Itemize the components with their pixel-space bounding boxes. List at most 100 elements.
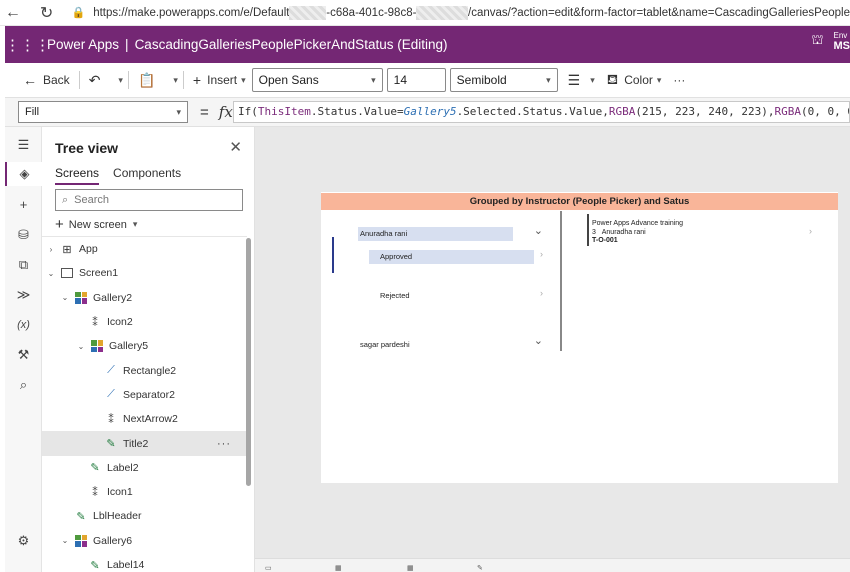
back-label: Back — [43, 73, 70, 87]
menu-icon[interactable]: ☰ — [5, 133, 42, 157]
label-tab[interactable]: ✎ — [477, 564, 483, 572]
gallery6-bar — [587, 214, 589, 246]
label-icon: ✎ — [76, 510, 86, 523]
formula-token: If( — [238, 105, 258, 118]
instructor-title[interactable]: sagar pardeshi — [358, 338, 410, 352]
font-size-input[interactable]: 14 — [386, 68, 446, 92]
next-arrow-icon[interactable]: › — [540, 288, 543, 298]
undo-menu-button[interactable]: ▾ — [112, 63, 125, 97]
browser-bar: ← ↻ 🔒 https://make.powerapps.com/e/Defau… — [0, 0, 850, 26]
layers-icon[interactable]: ◈ — [5, 162, 42, 186]
app-title: Power Apps | CascadingGalleriesPeoplePicke… — [47, 37, 447, 52]
tree-item-gallery5[interactable]: ⌄ Gallery5 — [42, 334, 247, 358]
lbl-header[interactable]: Grouped by Instructor (People Picker) an… — [321, 193, 838, 210]
browser-refresh-icon[interactable]: ↻ — [34, 0, 60, 26]
tree-item-screen1[interactable]: ⌄ Screen1 — [42, 261, 247, 285]
tree-item-icon2[interactable]: ⁑ Icon2 — [42, 310, 247, 334]
status-title[interactable]: Approved — [369, 250, 534, 264]
gallery2[interactable]: Anuradha rani ⌄ Approved › Rejected › sa… — [331, 210, 563, 373]
property-value: Fill — [25, 106, 40, 118]
tree-item-rectangle2[interactable]: ⟋ Rectangle2 — [42, 358, 247, 382]
tree-view-title: Tree view — [55, 140, 119, 156]
shape-icon: ⟋ — [107, 364, 115, 377]
tree-item-separator2[interactable]: ⟋ Separator2 — [42, 383, 247, 407]
shape-icon: ⟋ — [107, 388, 115, 401]
chevron-down-icon[interactable]: ⌄ — [534, 334, 543, 347]
gallery-tab[interactable]: ▦ — [335, 564, 342, 572]
fx-icon: fx — [218, 103, 233, 121]
next-arrow-icon[interactable]: › — [809, 226, 812, 236]
new-screen-button[interactable]: + New screen ▾ — [55, 216, 137, 233]
tree-item-label: Gallery5 — [109, 340, 149, 353]
tree-item-label: App — [79, 243, 98, 256]
tree-item-label: Icon1 — [107, 486, 133, 499]
screen-tab[interactable]: ▭ — [265, 564, 272, 572]
icon-control-icon: ⁑ — [92, 316, 98, 329]
tree-item-icon1[interactable]: ⁑ Icon1 — [42, 480, 247, 504]
next-arrow-icon[interactable]: › — [540, 249, 543, 259]
instructor-title[interactable]: Anuradha rani — [358, 227, 513, 241]
chevron-down-icon: ▾ — [371, 74, 376, 85]
settings-icon[interactable]: ⚙ — [5, 529, 42, 553]
media-icon[interactable]: ⧉ — [5, 253, 42, 277]
property-dropdown[interactable]: Fill ▾ — [18, 101, 188, 123]
font-weight-dropdown[interactable]: Semibold ▾ — [449, 68, 558, 92]
chevron-down-icon[interactable]: ⌄ — [534, 224, 543, 237]
paint-bucket-icon: ⛾ — [606, 70, 619, 87]
address-bar[interactable]: 🔒 https://make.powerapps.com/e/Default -… — [72, 5, 850, 20]
undo-button[interactable]: ↶ — [83, 63, 113, 97]
tree-scrollbar[interactable] — [246, 238, 251, 486]
tab-screens[interactable]: Screens — [55, 166, 100, 185]
back-button[interactable]: ← Back — [5, 63, 76, 97]
status-title[interactable]: Rejected — [369, 289, 534, 303]
chevron-down-icon: ▾ — [241, 74, 246, 85]
canvas-area: Grouped by Instructor (People Picker) an… — [255, 127, 850, 572]
gallery-tab[interactable]: ▦ — [407, 564, 414, 572]
more-options-icon[interactable]: ··· — [217, 438, 231, 450]
environment-area[interactable]: ⛫ Env MS — [812, 30, 850, 52]
tree-search-input[interactable]: ⌕ Search — [55, 189, 243, 211]
plus-icon[interactable]: + — [5, 192, 42, 216]
align-button[interactable]: ☰ ▾ — [562, 63, 601, 97]
screen-tabs-strip: ▭ ▦ ▦ ✎ — [255, 558, 850, 572]
chevron-down-icon: ⌄ — [47, 268, 55, 278]
formula-token: .Status.Value= — [310, 105, 404, 118]
app-screen-preview[interactable]: Grouped by Instructor (People Picker) an… — [321, 192, 838, 483]
tree-item-label: Title2 — [123, 437, 149, 450]
tree-item-label2[interactable]: ✎ Label2 — [42, 456, 247, 480]
undo-icon: ↶ — [88, 71, 101, 88]
variables-icon[interactable]: (x) — [5, 313, 42, 337]
close-icon[interactable]: ✕ — [229, 138, 242, 156]
gallery-icon — [90, 340, 104, 353]
tree-item-gallery6[interactable]: ⌄ Gallery6 — [42, 529, 247, 553]
formula-input[interactable]: If(ThisItem.Status.Value=Gallery5.Select… — [233, 101, 850, 123]
formula-token: (0, 0, 0, 0)) — [800, 105, 849, 118]
tree-item-app[interactable]: › ⊞ App — [42, 237, 247, 261]
font-dropdown[interactable]: Open Sans ▾ — [251, 68, 383, 92]
tree-item-label14[interactable]: ✎ Label14 — [42, 553, 247, 572]
waffle-icon[interactable]: ⋮⋮⋮ — [5, 36, 50, 54]
browser-back-icon[interactable]: ← — [0, 0, 26, 26]
tree-item-lblheader[interactable]: ✎ LblHeader — [42, 504, 247, 528]
search-icon[interactable]: ⌕ — [5, 373, 42, 397]
tree-item-title2[interactable]: ✎ Title2 ··· — [42, 431, 247, 456]
color-button[interactable]: ⛾ Color ▾ — [601, 63, 668, 97]
title-separator: | — [125, 37, 129, 52]
gallery6[interactable]: Power Apps Advance training 3 Anuradha r… — [587, 212, 832, 252]
flow-icon[interactable]: ≫ — [5, 283, 42, 307]
chevron-down-icon: ▾ — [118, 74, 123, 85]
insert-button[interactable]: + Insert ▾ — [187, 63, 252, 97]
paste-button[interactable]: 📋 — [132, 63, 167, 97]
database-icon[interactable]: ⛁ — [5, 223, 42, 247]
search-icon: ⌕ — [62, 193, 69, 206]
url-text-2: -c68a-401c-98c8- — [326, 6, 417, 19]
tree-item-label: Separator2 — [123, 388, 175, 401]
tree-item-gallery2[interactable]: ⌄ Gallery2 — [42, 286, 247, 310]
tree-item-nextarrow2[interactable]: ⁑ NextArrow2 — [42, 407, 247, 431]
tools-icon[interactable]: ⚒ — [5, 343, 42, 367]
formula-token: ThisItem — [257, 105, 311, 118]
gallery-icon — [74, 291, 88, 304]
paste-menu-button[interactable]: ▾ — [167, 63, 180, 97]
tab-components[interactable]: Components — [113, 166, 181, 185]
more-commands-button[interactable]: ··· — [667, 63, 691, 97]
